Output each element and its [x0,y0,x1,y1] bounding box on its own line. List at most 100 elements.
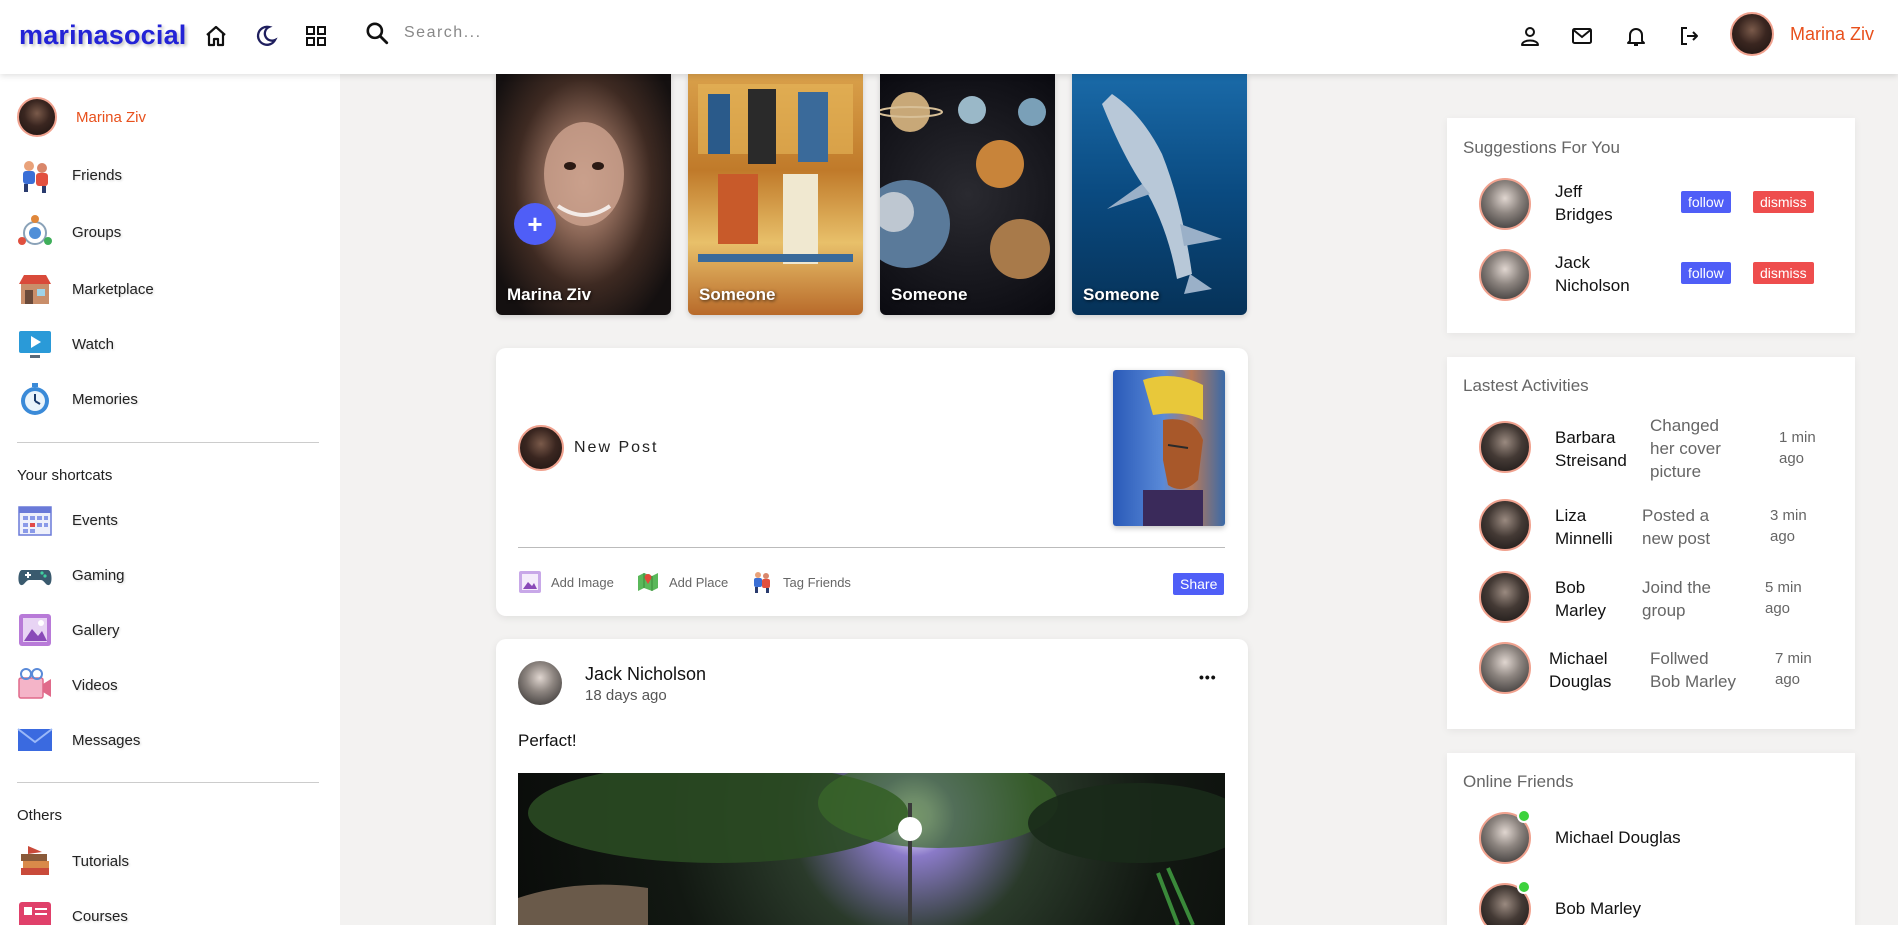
time-line: ago [1765,600,1791,617]
sidebar-item-friends[interactable]: Friends [16,156,122,194]
search-icon[interactable] [364,20,390,46]
sidebar-item-videos[interactable]: Videos [16,666,118,704]
activity-line: new post [1642,529,1711,548]
story-name: Marina Ziv [507,285,592,304]
activity-name[interactable]: Liza Minnelli [1555,504,1613,550]
nav-user-profile[interactable]: Marina Ziv [1730,12,1874,56]
image-icon [518,570,542,594]
add-place-button[interactable]: Add Place [636,570,728,594]
sidebar-divider [17,782,319,783]
profile-icon[interactable] [1516,22,1544,50]
dismiss-button[interactable]: dismiss [1753,191,1814,213]
new-post-label: New Post [574,439,659,456]
new-post-composer[interactable]: New Post [518,425,658,471]
story-card[interactable]: Someone [880,74,1055,315]
online-friend[interactable] [1479,880,1531,925]
avatar[interactable] [518,661,562,705]
name-line: Barbara [1555,428,1616,447]
post-author[interactable]: Jack Nicholson [585,664,706,685]
time-line: ago [1775,671,1801,688]
story-card[interactable]: Someone [1072,74,1247,315]
logout-icon[interactable] [1675,22,1703,50]
online-friend-name[interactable]: Michael Douglas [1555,826,1681,849]
name-line: Jeff [1555,182,1583,201]
notification-bell-icon[interactable] [1622,22,1650,50]
activity-name[interactable]: Michael Douglas [1549,647,1611,693]
avatar[interactable] [1479,178,1531,230]
gaming-icon [16,556,54,594]
avatar [17,97,57,137]
search-input[interactable] [404,24,704,42]
sidebar-item-watch[interactable]: Watch [16,325,114,363]
avatar[interactable] [1479,571,1531,623]
follow-button[interactable]: follow [1681,262,1731,284]
follow-button[interactable]: follow [1681,191,1731,213]
sidebar-item-label: Videos [72,676,118,694]
sidebar-item-memories[interactable]: Memories [16,380,138,418]
tag-friends-button[interactable]: Tag Friends [750,570,851,594]
activity-line: Joind the [1642,578,1711,597]
activity-line: group [1642,601,1686,620]
name-line: Marley [1555,601,1607,620]
activity-text: Joind the group [1642,576,1711,622]
activity-text: Changed her cover picture [1650,414,1721,483]
dark-mode-icon[interactable] [252,22,280,50]
avatar[interactable] [1479,642,1531,694]
suggestion-name[interactable]: Jack Nicholson [1555,251,1630,297]
post-preview-image[interactable] [1113,370,1225,526]
sidebar-item-groups[interactable]: Groups [16,213,121,251]
sidebar-item-gaming[interactable]: Gaming [16,556,125,594]
sidebar-item-courses[interactable]: Courses [16,897,128,925]
story-card[interactable]: Someone [688,74,863,315]
mail-icon[interactable] [1568,22,1596,50]
time-line: 5 min [1765,579,1802,596]
sidebar-item-tutorials[interactable]: Tutorials [16,842,129,880]
online-status-dot [1517,880,1531,894]
story-name: Someone [699,285,776,304]
online-friend[interactable] [1479,809,1531,864]
activity-line: her cover [1650,439,1721,458]
suggestion-name[interactable]: Jeff Bridges [1555,180,1613,226]
search-bar [364,20,704,46]
avatar[interactable] [1479,499,1531,551]
share-button[interactable]: Share [1173,573,1225,595]
sidebar-item-messages[interactable]: Messages [16,721,140,759]
sidebar-item-label: Groups [72,223,122,241]
suggestions-card: Suggestions For You Jeff Bridges follow … [1447,118,1855,333]
left-sidebar: Marina Ziv Friends Groups Marketplace Wa… [0,74,340,925]
sidebar-item-label: Events [72,511,118,529]
add-image-button[interactable]: Add Image [518,570,614,594]
activities-card: Lastest Activities Barbara Streisand Cha… [1447,357,1855,729]
friends-icon [16,156,54,194]
suggestions-title: Suggestions For You [1463,138,1620,157]
avatar[interactable] [1479,249,1531,301]
more-options-icon[interactable]: ••• [1199,669,1217,685]
avatar[interactable] [1479,421,1531,473]
activity-name[interactable]: Barbara Streisand [1555,426,1627,472]
post-image[interactable] [518,773,1225,925]
post-timestamp: 18 days ago [585,687,667,704]
sidebar-item-label: Marketplace [72,280,154,298]
top-navbar: marinasocial Marina Ziv [0,0,1898,74]
courses-icon [16,897,54,925]
avatar [1730,12,1774,56]
composer-divider [518,547,1225,548]
story-card[interactable]: + Marina Ziv [496,74,671,315]
sidebar-item-marketplace[interactable]: Marketplace [16,270,154,308]
apps-grid-icon[interactable] [302,22,330,50]
add-story-button[interactable]: + [514,203,556,245]
events-icon [16,501,54,539]
activity-name[interactable]: Bob Marley [1555,576,1606,622]
online-friend-name[interactable]: Bob Marley [1555,897,1641,920]
sidebar-item-gallery[interactable]: Gallery [16,611,120,649]
activities-title: Lastest Activities [1463,376,1589,395]
dismiss-button[interactable]: dismiss [1753,262,1814,284]
sidebar-item-events[interactable]: Events [16,501,118,539]
sidebar-item-label: Friends [72,166,123,184]
story-name: Someone [1083,285,1160,304]
home-icon[interactable] [202,22,230,50]
site-logo[interactable]: marinasocial [19,20,187,51]
sidebar-profile[interactable]: Marina Ziv [17,97,146,137]
friends-icon [750,570,774,594]
activity-line: Posted a [1642,506,1710,525]
